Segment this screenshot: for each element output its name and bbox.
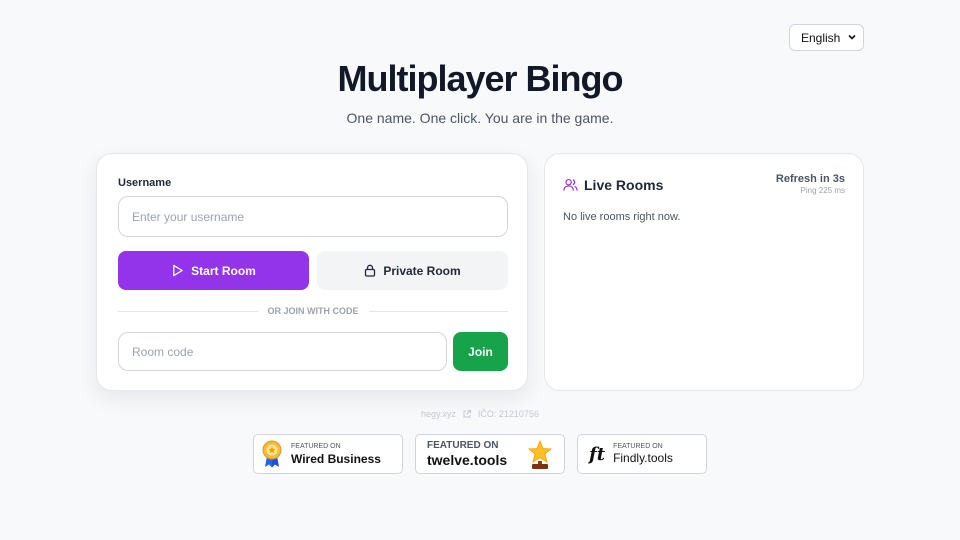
badge-findly-tools[interactable]: ft FEATURED ON Findly.tools: [577, 434, 707, 474]
join-button[interactable]: Join: [453, 332, 508, 371]
refresh-status: Refresh in 3s Ping 225 ms: [776, 173, 845, 195]
page-subtitle: One name. One click. You are in the game…: [346, 110, 614, 126]
findly-logo-icon: ft: [589, 443, 606, 465]
join-divider: OR JOIN WITH CODE: [118, 306, 509, 316]
private-room-button[interactable]: Private Room: [317, 251, 508, 290]
language-select[interactable]: English: [789, 24, 864, 51]
badge-name: twelve.tools: [427, 452, 508, 468]
refresh-countdown: Refresh in 3s: [775, 173, 845, 185]
username-input[interactable]: Enter your username: [118, 196, 508, 237]
start-room-button[interactable]: Start Room: [118, 251, 309, 290]
play-icon: [173, 264, 183, 277]
badge-featured-label: FEATURED ON: [291, 442, 341, 450]
ping-readout: Ping 225 ms: [800, 186, 845, 195]
lock-icon: [365, 264, 376, 277]
trophy-star-icon: [527, 440, 553, 469]
live-rooms-header: Live Rooms: [563, 177, 663, 193]
page-title: Multiplayer Bingo: [337, 58, 623, 99]
divider-line-left: [118, 310, 258, 312]
chevron-down-icon: [848, 34, 856, 40]
badge-name: Wired Business: [291, 451, 381, 466]
footer-ico: IČO: 21210756: [477, 409, 539, 419]
live-rooms-title: Live Rooms: [584, 177, 664, 193]
divider-line-right: [368, 310, 509, 312]
username-label: Username: [118, 177, 172, 189]
badge-featured-label: FEATURED ON: [427, 440, 499, 451]
footer: hegy.xyz IČO: 21210756: [0, 409, 960, 419]
private-room-label: Private Room: [383, 263, 461, 278]
badge-name: Findly.tools: [613, 451, 673, 465]
external-link-icon: [463, 410, 471, 418]
start-room-label: Start Room: [191, 263, 256, 278]
divider-text: OR JOIN WITH CODE: [267, 306, 359, 316]
award-medal-icon: [262, 440, 282, 468]
badge-featured-label: FEATURED ON: [613, 443, 663, 450]
username-placeholder: Enter your username: [132, 209, 245, 224]
join-card: Username Enter your username Start Room …: [96, 153, 528, 391]
live-rooms-card: Live Rooms Refresh in 3s Ping 225 ms No …: [544, 153, 864, 391]
join-label: Join: [468, 344, 493, 359]
badge-wired-business[interactable]: FEATURED ON Wired Business: [253, 434, 403, 474]
room-code-placeholder: Room code: [132, 344, 194, 359]
users-icon: [563, 178, 578, 191]
footer-site-link[interactable]: hegy.xyz: [421, 409, 456, 419]
live-rooms-empty-message: No live rooms right now.: [563, 211, 681, 223]
room-code-input[interactable]: Room code: [118, 332, 447, 371]
badge-twelve-tools[interactable]: FEATURED ON twelve.tools: [415, 434, 565, 474]
language-select-value: English: [801, 30, 841, 45]
